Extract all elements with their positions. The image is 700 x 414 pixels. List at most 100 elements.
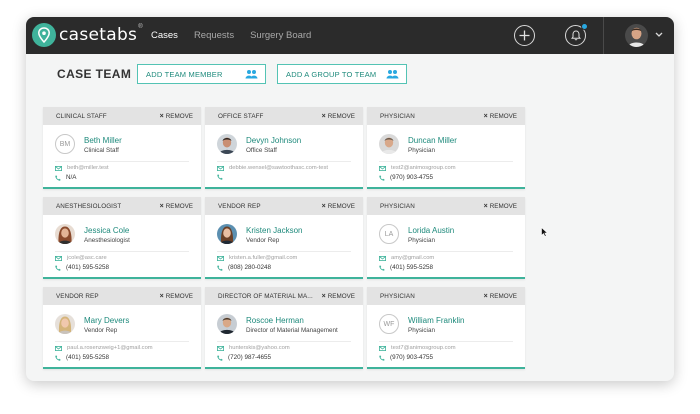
phone-icon bbox=[217, 264, 223, 271]
member-name[interactable]: William Franklin bbox=[408, 316, 464, 325]
remove-button[interactable]: × REMOVE bbox=[160, 113, 193, 120]
envelope-icon bbox=[379, 165, 386, 171]
card-header: VENDOR REP × REMOVE bbox=[43, 287, 201, 305]
member-email[interactable]: beth@miller.test bbox=[67, 165, 109, 171]
member-phone[interactable]: (970) 903-4755 bbox=[390, 174, 433, 181]
email-row: test7@animosgroup.com bbox=[379, 345, 456, 351]
member-phone[interactable]: (401) 595-5258 bbox=[66, 264, 109, 271]
member-name[interactable]: Roscoe Herman bbox=[246, 316, 304, 325]
close-icon: × bbox=[321, 292, 326, 300]
remove-button[interactable]: × REMOVE bbox=[484, 293, 517, 300]
chevron-down-icon[interactable] bbox=[655, 32, 663, 38]
page-title: CASE TEAM bbox=[57, 67, 132, 81]
user-avatar[interactable] bbox=[625, 24, 648, 47]
close-icon: × bbox=[483, 202, 488, 210]
close-icon: × bbox=[483, 112, 488, 120]
divider bbox=[55, 341, 189, 342]
email-row: amy@gmail.com bbox=[379, 255, 434, 261]
team-member-card: ANESTHESIOLOGIST × REMOVE Jessica Cole An… bbox=[43, 197, 201, 279]
remove-button[interactable]: × REMOVE bbox=[322, 203, 355, 210]
card-header: CLINICAL STAFF × REMOVE bbox=[43, 107, 201, 125]
nav-surgery-board[interactable]: Surgery Board bbox=[250, 30, 311, 41]
member-title: Director of Material Management bbox=[246, 327, 338, 334]
member-name[interactable]: Duncan Miller bbox=[408, 136, 457, 145]
member-name[interactable]: Jessica Cole bbox=[84, 226, 129, 235]
card-role: VENDOR REP bbox=[218, 202, 261, 210]
registered-mark: ® bbox=[138, 24, 143, 30]
member-email[interactable]: hunterskis@yahoo.com bbox=[229, 345, 290, 351]
card-header: ANESTHESIOLOGIST × REMOVE bbox=[43, 197, 201, 215]
phone-icon bbox=[379, 174, 385, 181]
member-name[interactable]: Devyn Johnson bbox=[246, 136, 301, 145]
avatar bbox=[217, 134, 237, 154]
card-role: PHYSICIAN bbox=[380, 292, 415, 300]
nav-cases[interactable]: Cases bbox=[151, 30, 178, 41]
card-body: Kristen Jackson Vendor Rep kristen.a.ful… bbox=[205, 215, 363, 277]
email-row: hunterskis@yahoo.com bbox=[217, 345, 290, 351]
member-email[interactable]: jcole@asc.care bbox=[67, 255, 107, 261]
member-title: Vendor Rep bbox=[246, 237, 280, 244]
app-logo[interactable]: casetabs ® bbox=[32, 23, 143, 47]
member-email[interactable]: test7@animosgroup.com bbox=[391, 345, 456, 351]
remove-button[interactable]: × REMOVE bbox=[160, 293, 193, 300]
nav-requests[interactable]: Requests bbox=[194, 30, 234, 41]
avatar: LA bbox=[379, 224, 399, 244]
remove-label: REMOVE bbox=[327, 202, 355, 210]
member-name[interactable]: Beth Miller bbox=[84, 136, 122, 145]
notifications-button[interactable] bbox=[565, 23, 588, 46]
phone-icon bbox=[379, 354, 385, 361]
remove-button[interactable]: × REMOVE bbox=[484, 113, 517, 120]
member-email[interactable]: kristen.a.fuller@gmail.com bbox=[229, 255, 297, 261]
member-title: Anesthesiologist bbox=[84, 237, 130, 244]
remove-button[interactable]: × REMOVE bbox=[322, 293, 355, 300]
member-phone[interactable]: (808) 280-0248 bbox=[228, 264, 271, 271]
team-member-card: VENDOR REP × REMOVE Mary Devers Vendor Re… bbox=[43, 287, 201, 369]
member-name[interactable]: Kristen Jackson bbox=[246, 226, 302, 235]
remove-button[interactable]: × REMOVE bbox=[484, 203, 517, 210]
member-email[interactable]: test2@animosgroup.com bbox=[391, 165, 456, 171]
team-member-card: PHYSICIAN × REMOVE WF William Franklin Ph… bbox=[367, 287, 525, 369]
remove-button[interactable]: × REMOVE bbox=[160, 203, 193, 210]
team-member-card: VENDOR REP × REMOVE Kristen Jackson Vendo… bbox=[205, 197, 363, 279]
phone-row: (970) 903-4755 bbox=[379, 354, 433, 361]
email-row: debbie.wensel@sawtoothasc.com-test bbox=[217, 165, 328, 171]
close-icon: × bbox=[159, 112, 164, 120]
member-email[interactable]: debbie.wensel@sawtoothasc.com-test bbox=[229, 165, 328, 171]
member-title: Vendor Rep bbox=[84, 327, 118, 334]
envelope-icon bbox=[217, 255, 224, 261]
phone-row: N/A bbox=[55, 174, 77, 181]
member-phone[interactable]: (401) 595-5258 bbox=[390, 264, 433, 271]
remove-label: REMOVE bbox=[489, 292, 517, 300]
card-role: OFFICE STAFF bbox=[218, 112, 264, 120]
envelope-icon bbox=[217, 345, 224, 351]
remove-button[interactable]: × REMOVE bbox=[322, 113, 355, 120]
member-name[interactable]: Mary Devers bbox=[84, 316, 129, 325]
member-phone[interactable]: (970) 903-4755 bbox=[390, 354, 433, 361]
avatar bbox=[379, 134, 399, 154]
card-role: CLINICAL STAFF bbox=[56, 112, 107, 120]
divider bbox=[379, 251, 513, 252]
add-group-button[interactable]: ADD A GROUP TO TEAM bbox=[277, 64, 407, 84]
avatar: BM bbox=[55, 134, 75, 154]
main-nav: Cases Requests Surgery Board bbox=[151, 17, 327, 54]
add-team-member-button[interactable]: ADD TEAM MEMBER bbox=[137, 64, 266, 84]
email-row: jcole@asc.care bbox=[55, 255, 107, 261]
add-group-label: ADD A GROUP TO TEAM bbox=[286, 69, 377, 79]
member-email[interactable]: amy@gmail.com bbox=[391, 255, 434, 261]
phone-row: (401) 595-5258 bbox=[379, 264, 433, 271]
member-phone[interactable]: (720) 987-4655 bbox=[228, 354, 271, 361]
divider bbox=[217, 161, 351, 162]
logo-pin-icon bbox=[32, 23, 56, 47]
member-name[interactable]: Lorida Austin bbox=[408, 226, 454, 235]
users-icon bbox=[386, 70, 399, 79]
phone-row bbox=[217, 174, 228, 180]
phone-row: (401) 595-5258 bbox=[55, 354, 109, 361]
member-phone[interactable]: (401) 595-5258 bbox=[66, 354, 109, 361]
top-navigation-bar: casetabs ® Cases Requests Surgery Board bbox=[26, 17, 674, 54]
team-member-card: DIRECTOR OF MATERIAL MA... × REMOVE Rosco… bbox=[205, 287, 363, 369]
close-icon: × bbox=[321, 112, 326, 120]
add-button[interactable] bbox=[514, 25, 535, 46]
member-email[interactable]: paul.a.rosenzweig+1@gmail.com bbox=[67, 345, 153, 351]
add-team-member-label: ADD TEAM MEMBER bbox=[146, 69, 223, 79]
member-phone[interactable]: N/A bbox=[66, 174, 77, 181]
